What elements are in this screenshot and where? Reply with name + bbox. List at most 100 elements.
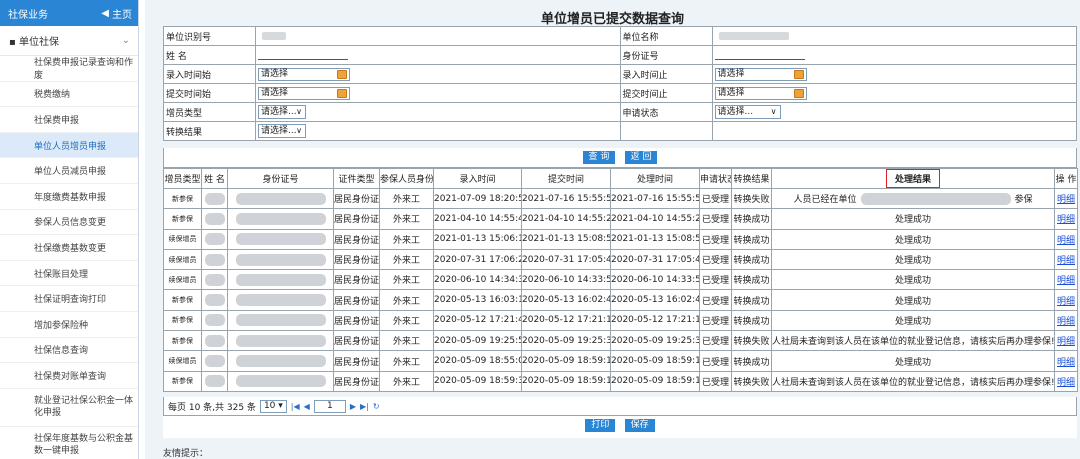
sidebar-item[interactable]: 社保证明查询打印: [0, 286, 138, 312]
id-label: 身份证号: [619, 45, 713, 65]
cell-submit-time: 2020-05-13 16:02:47: [521, 289, 611, 311]
table-row: 新参保 居民身份证 外来工 2020-05-12 17:21:44 2020-05-12…: [163, 309, 1078, 332]
entry-start-placeholder: 请选择: [261, 68, 289, 79]
detail-link[interactable]: 明细: [1057, 337, 1075, 347]
calendar-icon[interactable]: [337, 88, 347, 98]
detail-link[interactable]: 明细: [1057, 195, 1075, 205]
type-select[interactable]: 请选择... ∨: [258, 105, 306, 119]
cell-entry-time: 2020-05-09 18:59:38: [433, 370, 522, 392]
chevron-down-icon: ∨: [296, 107, 302, 116]
sidebar-item[interactable]: 税费缴纳: [0, 82, 138, 108]
prev-page-icon[interactable]: ◀: [304, 402, 310, 411]
redacted-name: [204, 334, 225, 347]
detail-link[interactable]: 明细: [1057, 276, 1075, 286]
entry-start-input[interactable]: 请选择: [258, 67, 350, 81]
name-input[interactable]: [258, 50, 348, 60]
cell-type: 续保增员: [163, 269, 202, 291]
column-header: 申请状态: [699, 168, 732, 189]
sidebar-item[interactable]: 增加参保险种: [0, 312, 138, 338]
cell-convert: 转换成功: [731, 269, 772, 291]
table-row: 新参保 居民身份证 外来工 2021-04-10 14:55:46 2021-04-10…: [163, 208, 1078, 230]
sidebar-item[interactable]: 社保费申报: [0, 107, 138, 133]
home-link[interactable]: ◀ 主页: [101, 6, 132, 21]
query-button[interactable]: 查 询: [582, 151, 616, 164]
cell-process-time: 2020-06-10 14:33:55: [610, 269, 700, 291]
cell-process-time: 2020-05-12 17:21:19: [610, 309, 700, 332]
entry-end-input[interactable]: 请选择: [714, 67, 807, 81]
sidebar-item[interactable]: 社保账目处理: [0, 261, 138, 287]
status-select[interactable]: 请选择... ∨: [714, 105, 781, 119]
detail-link[interactable]: 明细: [1057, 317, 1075, 327]
sidebar-item[interactable]: 社保信息查询: [0, 338, 138, 364]
table-row: 续保增员 居民身份证 外来工 2021-01-13 15:06:19 2021-01-1…: [163, 228, 1078, 250]
type-select-value: 请选择...: [261, 107, 297, 117]
table-row: 新参保 居民身份证 外来工 2021-07-09 18:20:57 2021-07-16…: [163, 187, 1078, 210]
page-size-select[interactable]: 10 ▾: [259, 399, 287, 413]
cell-id: [227, 350, 334, 372]
save-button[interactable]: 保存: [624, 419, 655, 432]
next-page-icon[interactable]: ▶: [350, 402, 356, 411]
cell-convert: 转换成功: [731, 248, 772, 271]
detail-link[interactable]: 明细: [1057, 378, 1075, 388]
submit-end-input[interactable]: 请选择: [714, 86, 807, 100]
cell-result: 处理成功: [771, 248, 1055, 271]
detail-link[interactable]: 明细: [1057, 256, 1075, 266]
back-button[interactable]: 返 回: [624, 151, 658, 164]
cell-status: 已受理: [699, 330, 732, 352]
id-input[interactable]: [714, 50, 805, 60]
calendar-icon[interactable]: [337, 69, 347, 79]
last-page-icon[interactable]: ▶|: [360, 402, 369, 411]
detail-link[interactable]: 明细: [1057, 236, 1075, 246]
entry-start-label: 录入时间始: [163, 64, 256, 84]
results-table: 增员类型姓 名身份证号证件类型参保人员身份录入时间提交时间处理时间申请状态转换结…: [163, 168, 1078, 392]
sidebar-item[interactable]: 就业登记社保公积金一体化申报: [0, 389, 138, 427]
sidebar-item[interactable]: 年度缴费基数申报: [0, 184, 138, 210]
page-size-value: 10: [263, 400, 276, 411]
sidebar-item[interactable]: 参保人员信息变更: [0, 210, 138, 236]
result-label: 转换结果: [163, 121, 256, 141]
sidebar-item[interactable]: 社保费申报记录查询和作废: [0, 56, 138, 82]
sidebar-group-unit-social[interactable]: ▪ 单位社保 ⌄: [0, 26, 138, 56]
cell-idtype: 居民身份证: [333, 370, 380, 392]
cell-identity: 外来工: [379, 208, 434, 230]
detail-link[interactable]: 明细: [1057, 215, 1075, 225]
cell-result: 处理成功: [771, 228, 1055, 250]
calendar-icon[interactable]: [793, 69, 804, 79]
redacted-name: [204, 294, 225, 307]
redacted-name: [204, 233, 225, 246]
cell-name: [201, 248, 228, 271]
status-select-value: 请选择...: [717, 107, 754, 117]
cell-status: 已受理: [699, 187, 732, 210]
sidebar-item[interactable]: 社保费对账单查询: [0, 363, 138, 389]
detail-link[interactable]: 明细: [1057, 297, 1075, 307]
table-row: 新参保 居民身份证 外来工 2020-05-13 16:03:16 2020-05-13…: [163, 289, 1078, 311]
cell-op: 明细: [1054, 248, 1078, 271]
search-form: 单位识别号 单位名称 姓 名 身份证号 录入时间始 请选择 录入时间止 请选择 …: [163, 26, 1077, 141]
sidebar-title: 社保业务: [8, 9, 48, 21]
column-header: 姓 名: [201, 168, 228, 189]
table-row: 续保增员 居民身份证 外来工 2020-05-09 18:55:03 2020-05-0…: [163, 350, 1078, 372]
column-header: 证件类型: [333, 168, 380, 189]
cell-identity: 外来工: [379, 289, 434, 311]
cell-type: 续保增员: [163, 350, 202, 372]
refresh-icon[interactable]: ↻: [373, 402, 380, 411]
cell-submit-time: 2020-05-09 18:59:13: [521, 370, 611, 392]
detail-link[interactable]: 明细: [1057, 358, 1075, 368]
calendar-icon[interactable]: [793, 88, 804, 98]
table-header: 增员类型姓 名身份证号证件类型参保人员身份录入时间提交时间处理时间申请状态转换结…: [163, 168, 1078, 189]
sidebar-item[interactable]: 单位人员减员申报: [0, 158, 138, 184]
cell-id: [227, 228, 334, 250]
unit-name-label: 单位名称: [619, 26, 713, 46]
submit-start-input[interactable]: 请选择: [258, 86, 350, 100]
sidebar-item[interactable]: 社保年度基数与公积金基数一键申报: [0, 427, 138, 459]
result-select[interactable]: 请选择... ∨: [258, 124, 306, 138]
first-page-icon[interactable]: |◀: [291, 402, 300, 411]
page-input[interactable]: 1: [313, 399, 346, 413]
result-text: 人员已经在单位: [793, 194, 857, 205]
sidebar-item[interactable]: 单位人员增员申报: [0, 132, 138, 159]
sidebar-item[interactable]: 社保缴费基数变更: [0, 235, 138, 261]
cell-identity: 外来工: [379, 269, 434, 291]
cell-status: 已受理: [699, 370, 732, 392]
print-button[interactable]: 打印: [585, 419, 616, 432]
cell-identity: 外来工: [379, 309, 434, 332]
